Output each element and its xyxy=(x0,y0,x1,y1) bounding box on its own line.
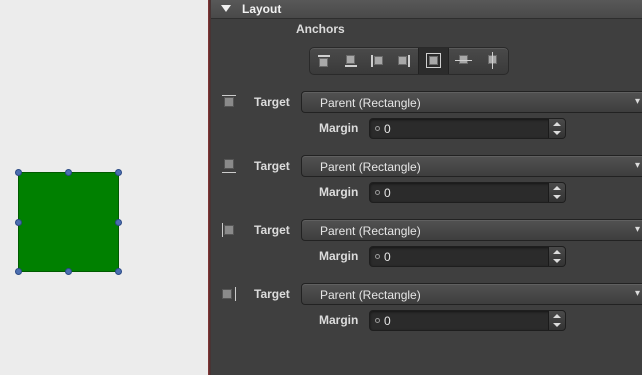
margin-label: Margin xyxy=(319,121,359,135)
margin-label: Margin xyxy=(319,313,359,327)
target-value: Parent (Rectangle) xyxy=(320,288,421,302)
margin-stepper-top[interactable]: 0 xyxy=(369,118,566,139)
increment-icon[interactable] xyxy=(553,314,561,318)
decrement-icon[interactable] xyxy=(553,195,561,199)
margin-stepper-bottom[interactable]: 0 xyxy=(369,182,566,203)
resize-handle-top[interactable] xyxy=(65,169,72,176)
chevron-down-icon: ▾ xyxy=(634,224,640,235)
target-value: Parent (Rectangle) xyxy=(320,160,421,174)
decrement-icon[interactable] xyxy=(553,131,561,135)
anchor-vertical-center-icon[interactable] xyxy=(448,48,478,74)
increment-icon[interactable] xyxy=(553,250,561,254)
target-value: Parent (Rectangle) xyxy=(320,224,421,238)
green-rectangle[interactable] xyxy=(18,172,119,272)
decrement-icon[interactable] xyxy=(553,259,561,263)
disclosure-triangle-icon[interactable] xyxy=(221,5,231,12)
target-label: Target xyxy=(254,223,290,237)
property-panel: Layout Anchors Target Parent (Rectangle)… xyxy=(211,0,642,375)
resize-handle-bottom-left[interactable] xyxy=(15,268,22,275)
target-dropdown-top[interactable]: Parent (Rectangle) ▾ xyxy=(301,91,642,113)
stepper-arrows[interactable] xyxy=(548,119,565,138)
anchor-fill-icon[interactable] xyxy=(418,48,448,74)
target-label: Target xyxy=(254,95,290,109)
increment-icon[interactable] xyxy=(553,122,561,126)
anchor-right-icon[interactable] xyxy=(391,48,418,74)
stepper-arrows[interactable] xyxy=(548,311,565,330)
target-dropdown-right[interactable]: Parent (Rectangle) ▾ xyxy=(301,283,642,305)
anchor-horizontal-center-icon[interactable] xyxy=(478,48,508,74)
margin-label: Margin xyxy=(319,185,359,199)
section-title: Layout xyxy=(242,2,282,16)
target-label: Target xyxy=(254,159,290,173)
layout-section-header[interactable]: Layout xyxy=(211,0,642,19)
anchor-toolbar xyxy=(309,47,509,75)
margin-value[interactable]: 0 xyxy=(384,250,391,264)
anchor-bottom-icon xyxy=(222,159,236,173)
target-dropdown-bottom[interactable]: Parent (Rectangle) ▾ xyxy=(301,155,642,177)
resize-handle-left[interactable] xyxy=(15,219,22,226)
margin-value[interactable]: 0 xyxy=(384,314,391,328)
margin-label: Margin xyxy=(319,249,359,263)
resize-handle-bottom-right[interactable] xyxy=(115,268,122,275)
resize-handle-bottom[interactable] xyxy=(65,268,72,275)
increment-icon[interactable] xyxy=(553,186,561,190)
resize-handle-top-left[interactable] xyxy=(15,169,22,176)
decrement-icon[interactable] xyxy=(553,323,561,327)
chevron-down-icon: ▾ xyxy=(634,160,640,171)
designer-window: Layout Anchors Target Parent (Rectangle)… xyxy=(0,0,642,375)
design-canvas[interactable] xyxy=(0,0,208,375)
margin-value[interactable]: 0 xyxy=(384,186,391,200)
margin-stepper-right[interactable]: 0 xyxy=(369,310,566,331)
value-dot-icon xyxy=(375,318,380,323)
anchor-left-icon[interactable] xyxy=(364,48,391,74)
anchor-left-icon xyxy=(222,223,236,237)
target-label: Target xyxy=(254,287,290,301)
chevron-down-icon: ▾ xyxy=(634,288,640,299)
stepper-arrows[interactable] xyxy=(548,183,565,202)
anchors-label: Anchors xyxy=(296,22,345,36)
anchor-top-icon[interactable] xyxy=(310,48,337,74)
value-dot-icon xyxy=(375,126,380,131)
anchor-bottom-icon[interactable] xyxy=(337,48,364,74)
stepper-arrows[interactable] xyxy=(548,247,565,266)
margin-value[interactable]: 0 xyxy=(384,122,391,136)
resize-handle-right[interactable] xyxy=(115,219,122,226)
value-dot-icon xyxy=(375,254,380,259)
margin-stepper-left[interactable]: 0 xyxy=(369,246,566,267)
anchor-top-icon xyxy=(222,95,236,109)
value-dot-icon xyxy=(375,190,380,195)
target-dropdown-left[interactable]: Parent (Rectangle) ▾ xyxy=(301,219,642,241)
target-value: Parent (Rectangle) xyxy=(320,96,421,110)
anchor-right-icon xyxy=(222,287,236,301)
resize-handle-top-right[interactable] xyxy=(115,169,122,176)
chevron-down-icon: ▾ xyxy=(634,96,640,107)
